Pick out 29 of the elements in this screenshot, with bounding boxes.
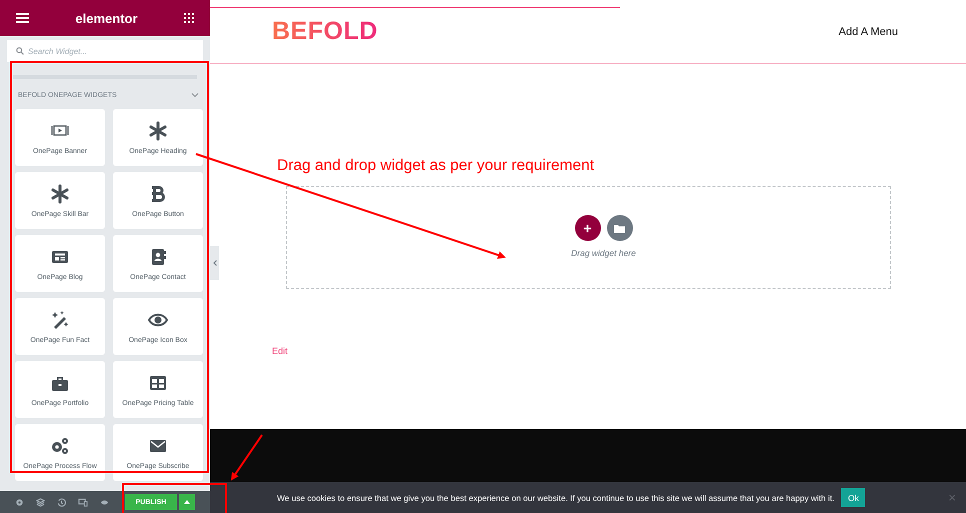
grid-icon[interactable] [184, 13, 194, 23]
annotation-arrow [230, 434, 263, 481]
plus-icon [583, 224, 592, 232]
folder-icon [614, 224, 625, 232]
settings-icon[interactable] [15, 498, 24, 506]
drop-hint: Drag widget here [570, 248, 636, 258]
history-icon[interactable] [57, 498, 66, 506]
chevron-icon [191, 91, 199, 99]
layers-icon[interactable] [36, 498, 45, 506]
cookie-message: We use cookies to ensure that we give you the best experience on our website. If you continue to use this site we will assume that you are happy with it. [277, 492, 834, 502]
responsive-icon[interactable] [78, 498, 88, 506]
panel-title: elementor [75, 10, 138, 26]
drop-zone[interactable]: Drag widget here [286, 186, 891, 289]
search-icon [16, 47, 24, 55]
collapse-handle[interactable] [210, 246, 219, 280]
menu-link[interactable]: Add A Menu [838, 26, 898, 38]
eye-icon[interactable] [100, 498, 109, 506]
caret-up-icon [184, 500, 190, 504]
annotation-text: Drag and drop widget as per your requirement [277, 157, 596, 175]
template-library-button[interactable] [606, 215, 632, 241]
add-section-button[interactable] [574, 215, 600, 241]
asterisk-icon [50, 184, 70, 204]
search-field[interactable]: Search Widget... [7, 40, 203, 62]
menu-icon[interactable] [16, 13, 29, 23]
asterisk-icon [148, 120, 168, 140]
magic-wand-icon [50, 310, 70, 330]
gears-icon [50, 436, 70, 456]
edit-link[interactable]: Edit [272, 346, 288, 356]
publish-options-button[interactable] [179, 494, 195, 510]
